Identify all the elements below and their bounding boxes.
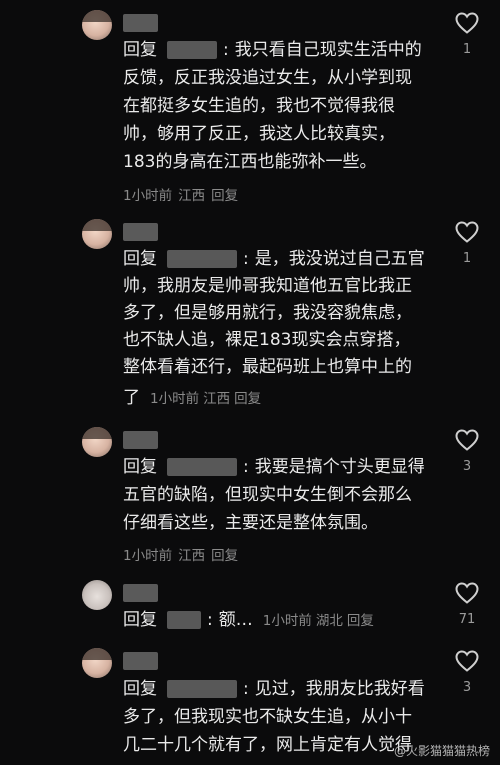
- like-count: 1: [462, 251, 472, 266]
- comment-text-line: 多了，但是够用就行，我没容貌焦虑，: [123, 303, 412, 323]
- like-count: 1: [462, 42, 472, 57]
- like-button[interactable]: 3: [454, 650, 480, 695]
- reply-button[interactable]: 回复: [347, 613, 374, 629]
- comment-text-line: 反馈，反正我没追过女生，从小学到现: [123, 68, 412, 88]
- mention-redacted[interactable]: [167, 250, 237, 268]
- reply-button[interactable]: 回复: [234, 391, 261, 407]
- comment-text-line: 几二十几个就有了，网上肯定有人觉得: [123, 735, 412, 755]
- comment-text-line: 了 1小时前 江西 回复: [123, 388, 262, 408]
- comment-text-line: 整体看着还行，最起码班上也算中上的: [123, 357, 412, 377]
- like-count: 3: [462, 680, 472, 695]
- heart-outline-icon: [455, 582, 479, 604]
- like-button[interactable]: 71: [454, 582, 480, 627]
- heart-outline-icon: [455, 12, 479, 34]
- comment-text: 回复: 我只看自己现实生活中的: [123, 40, 422, 60]
- comment-text-line: 五官的缺陷，但现实中女生倒不会那么: [123, 485, 412, 505]
- avatar[interactable]: [82, 10, 112, 40]
- comment-meta: 1小时前 江西 回复: [123, 188, 239, 204]
- comment-text-line: 多了，但我现实也不缺女生追，从小十: [123, 707, 412, 727]
- mention-redacted[interactable]: [167, 41, 217, 59]
- avatar[interactable]: [82, 580, 112, 610]
- username-redacted[interactable]: [123, 14, 158, 32]
- comment-text-line: 在都挺多女生追的，我也不觉得我很: [123, 96, 395, 116]
- reply-button[interactable]: 回复: [211, 188, 238, 204]
- reply-button[interactable]: 回复: [211, 548, 238, 564]
- comment-meta: 1小时前 江西 回复: [150, 391, 262, 407]
- mention-redacted[interactable]: [167, 611, 201, 629]
- avatar[interactable]: [82, 648, 112, 678]
- like-count: 3: [462, 459, 472, 474]
- mention-redacted[interactable]: [167, 458, 237, 476]
- comment-text: 回复: 我要是搞个寸头更显得: [123, 457, 425, 477]
- watermark: @火影猫猫猫热榜: [393, 744, 490, 758]
- comment-text: 回复: 见过，我朋友比我好看: [123, 679, 425, 699]
- comment-text-line: 帅，够用了反正，我这人比较真实，: [123, 124, 395, 144]
- comment-text-line: 帅，我朋友是帅哥我知道他五官比我正: [123, 276, 412, 296]
- heart-outline-icon: [455, 429, 479, 451]
- comment-text-line: 仔细看这些，主要还是整体氛围。: [123, 513, 378, 533]
- username-redacted[interactable]: [123, 223, 158, 241]
- username-redacted[interactable]: [123, 652, 158, 670]
- username-redacted[interactable]: [123, 584, 158, 602]
- heart-outline-icon: [455, 650, 479, 672]
- comment-text-line: 183的身高在江西也能弥补一些。: [123, 152, 377, 172]
- avatar[interactable]: [82, 219, 112, 249]
- like-button[interactable]: 1: [454, 12, 480, 57]
- like-button[interactable]: 1: [454, 221, 480, 266]
- comment-text-line: 也不缺人追，裸足183现实会点穿搭，: [123, 330, 411, 350]
- username-redacted[interactable]: [123, 431, 158, 449]
- heart-outline-icon: [455, 221, 479, 243]
- mention-redacted[interactable]: [167, 680, 237, 698]
- comment-text: 回复: 额… 1小时前 湖北 回复: [123, 610, 374, 630]
- avatar[interactable]: [82, 427, 112, 457]
- like-count: 71: [458, 612, 476, 627]
- comment-text: 回复: 是，我没说过自己五官: [123, 249, 425, 269]
- comment-meta: 1小时前 湖北 回复: [262, 613, 374, 629]
- like-button[interactable]: 3: [454, 429, 480, 474]
- comment-meta: 1小时前 江西 回复: [123, 548, 239, 564]
